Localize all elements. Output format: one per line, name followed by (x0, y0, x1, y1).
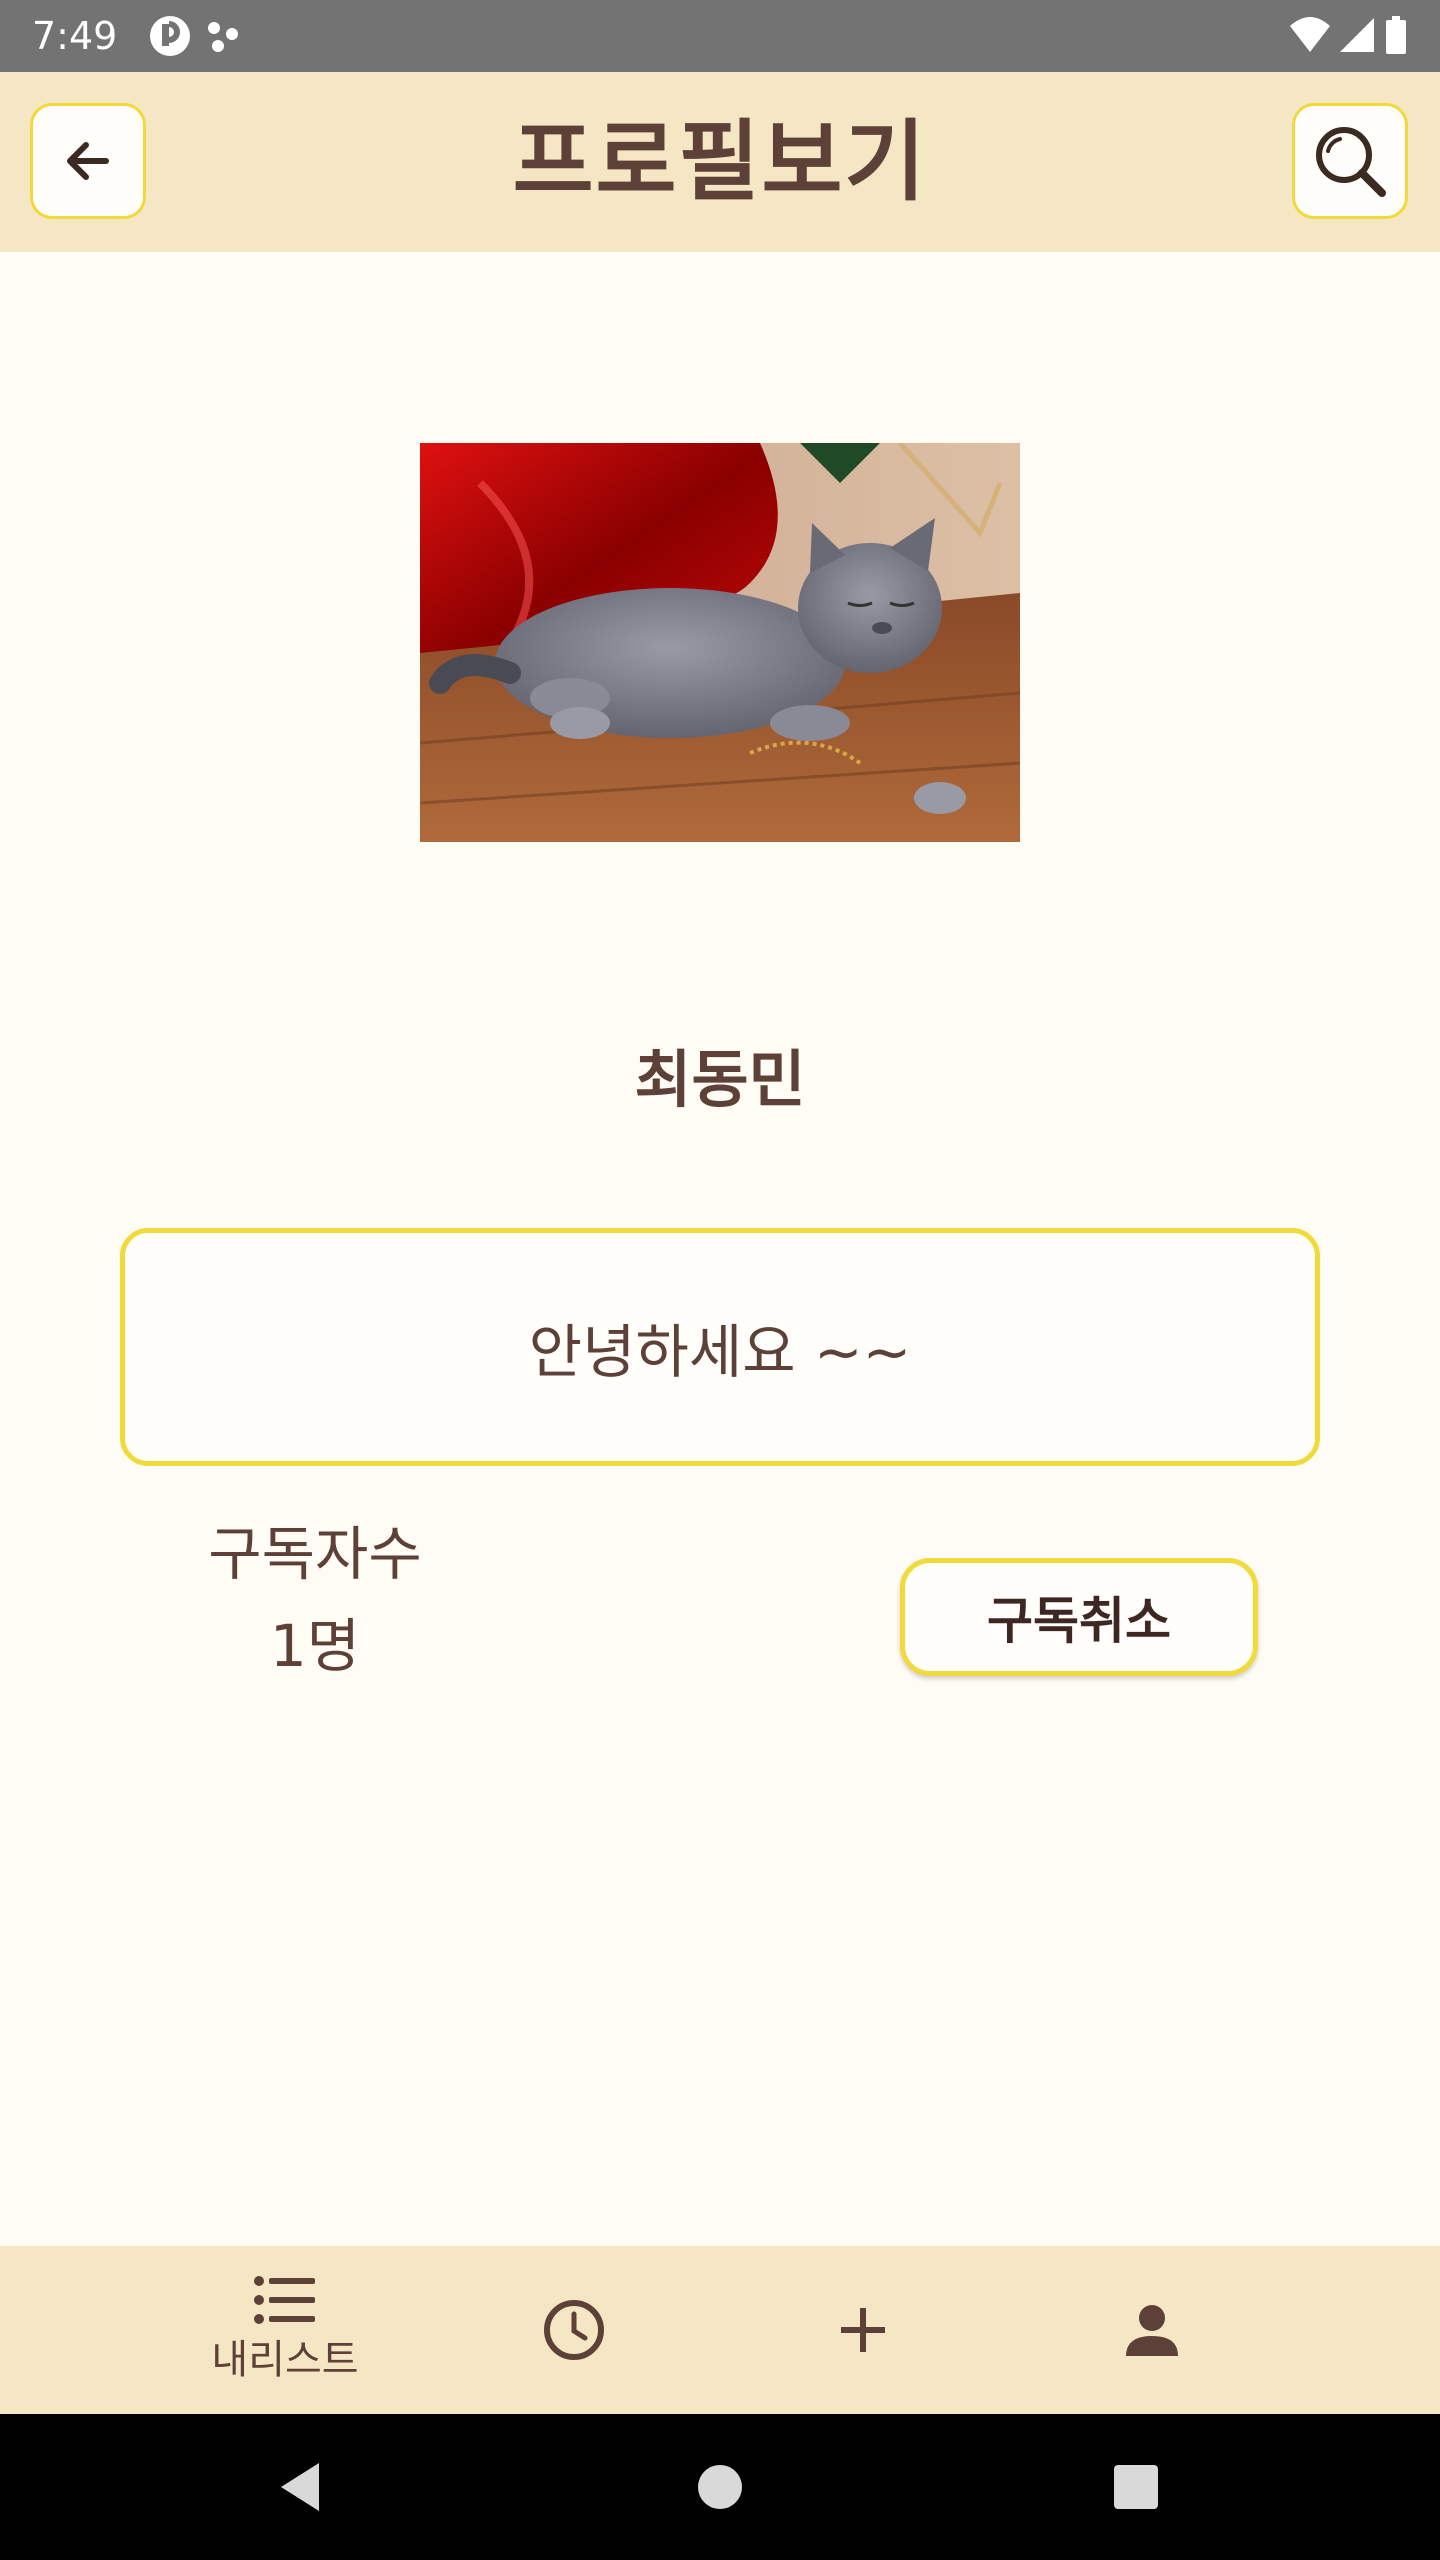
cell-signal-icon (1340, 18, 1374, 52)
bio-box: 안녕하세요 ~~ (120, 1228, 1320, 1466)
status-left-icons (148, 14, 248, 62)
plus-icon (841, 2308, 885, 2352)
search-button[interactable] (1292, 103, 1408, 219)
system-recents-button[interactable] (1066, 2414, 1206, 2560)
bottom-nav: 내리스트 (0, 2246, 1440, 2414)
system-back-button[interactable] (230, 2414, 370, 2560)
list-icon (254, 2276, 315, 2324)
clock-icon (544, 2300, 604, 2360)
back-triangle-icon (281, 2463, 319, 2511)
app-notification-icon (150, 16, 190, 56)
status-time: 7:49 (32, 14, 118, 58)
recents-square-icon (1114, 2465, 1158, 2509)
subscribers-label: 구독자수 (208, 1520, 422, 1588)
subscribers-count: 1명 (269, 1612, 361, 1680)
profile-photo (420, 443, 1020, 842)
search-icon (1316, 127, 1386, 197)
system-nav-bar (0, 2414, 1440, 2560)
nav-item-my-list[interactable]: 내리스트 (185, 2246, 385, 2414)
nav-item-profile[interactable] (1052, 2246, 1252, 2414)
app-bar: 프로필보기 (0, 72, 1440, 252)
battery-icon (1386, 16, 1406, 54)
bio-text: 안녕하세요 ~~ (528, 1318, 912, 1386)
unsubscribe-button[interactable]: 구독취소 (900, 1558, 1258, 1676)
nav-item-history[interactable] (474, 2246, 674, 2414)
gray-cat-photo (420, 443, 1020, 842)
home-circle-icon (698, 2465, 742, 2509)
system-home-button[interactable] (650, 2414, 790, 2560)
person-icon (1126, 2305, 1178, 2356)
status-bar: 7:49 (0, 0, 1440, 72)
nav-item-add[interactable] (763, 2246, 963, 2414)
page-title: 프로필보기 (512, 110, 928, 213)
wifi-icon (1290, 17, 1330, 52)
profile-name: 최동민 (634, 1043, 806, 1116)
nav-label-my-list: 내리스트 (211, 2337, 359, 2383)
dots-icon (208, 22, 238, 52)
subscriber-block: 구독자수 1명 (180, 1508, 450, 1692)
status-right-icons (1288, 14, 1418, 62)
